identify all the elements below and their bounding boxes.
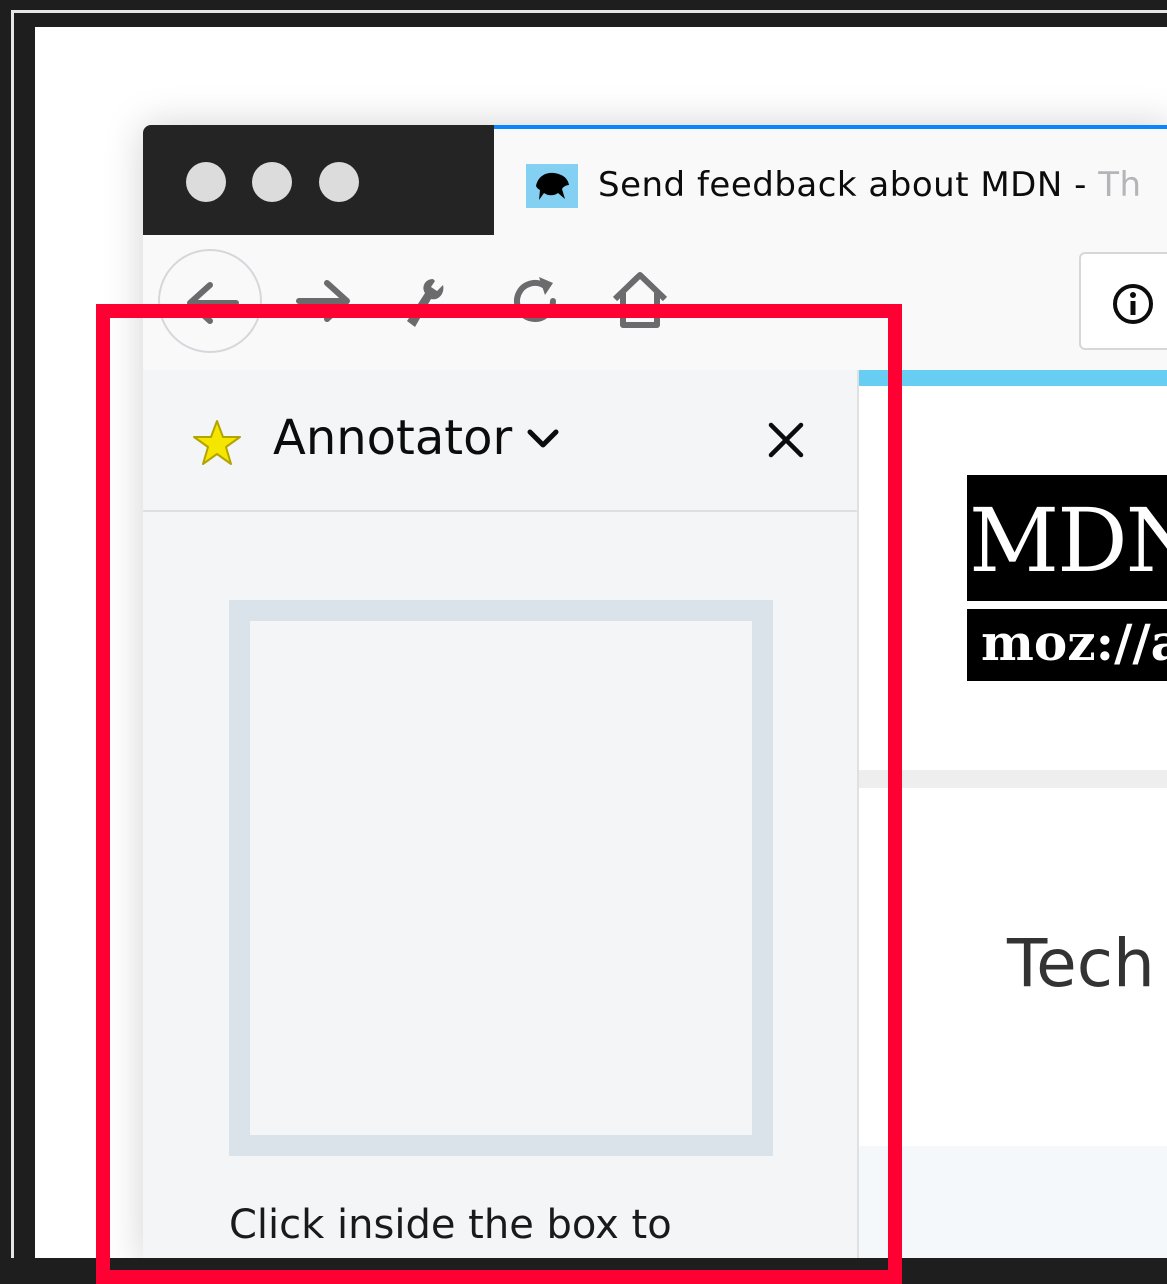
forward-arrow-icon[interactable] bbox=[293, 279, 355, 323]
instructions-text: Click inside the box to bbox=[229, 1202, 672, 1248]
star-icon bbox=[193, 420, 241, 465]
window-controls-area bbox=[143, 125, 494, 235]
mdn-logo-bottom: moz://a bbox=[981, 613, 1167, 672]
close-icon[interactable] bbox=[768, 422, 804, 458]
canvas: Send feedback about MDN - Th Annotator C… bbox=[35, 27, 1167, 1258]
content-footer-band bbox=[859, 1146, 1167, 1258]
sidebar-panel: Annotator Click inside the box to bbox=[143, 370, 859, 1258]
tab-title-faded: Th bbox=[1098, 165, 1142, 205]
content-divider bbox=[859, 770, 1167, 788]
minimize-window-button[interactable] bbox=[252, 162, 292, 202]
page-content: MDN moz://a Tech bbox=[859, 370, 1167, 1258]
mdn-logo-top: MDN bbox=[969, 489, 1167, 592]
sidebar-header: Annotator bbox=[143, 370, 857, 512]
reload-icon[interactable] bbox=[505, 271, 565, 331]
url-bar[interactable] bbox=[1079, 252, 1167, 350]
browser-window: Send feedback about MDN - Th Annotator C… bbox=[143, 125, 1167, 1258]
annotation-box[interactable] bbox=[229, 600, 773, 1156]
tab-active[interactable]: Send feedback about MDN - Th bbox=[494, 125, 1167, 235]
home-icon[interactable] bbox=[609, 269, 671, 331]
sidebar-title[interactable]: Annotator bbox=[273, 410, 512, 466]
tab-title: Send feedback about MDN - Th bbox=[598, 165, 1142, 205]
navigation-toolbar bbox=[143, 235, 1167, 372]
tab-title-text: Send feedback about MDN - bbox=[598, 165, 1099, 205]
info-icon[interactable] bbox=[1111, 282, 1155, 326]
chevron-down-icon[interactable] bbox=[526, 428, 560, 450]
mdn-favicon-icon bbox=[526, 164, 578, 208]
zoom-window-button[interactable] bbox=[319, 162, 359, 202]
wrench-icon[interactable] bbox=[399, 273, 449, 331]
back-button[interactable] bbox=[158, 249, 262, 353]
page-load-bar bbox=[859, 370, 1167, 386]
close-window-button[interactable] bbox=[186, 162, 226, 202]
screenshot-frame: Send feedback about MDN - Th Annotator C… bbox=[0, 0, 1167, 1284]
mdn-logo[interactable]: MDN moz://a bbox=[967, 475, 1167, 681]
title-bar: Send feedback about MDN - Th bbox=[143, 125, 1167, 235]
mdn-logo-rule bbox=[967, 601, 1167, 609]
annotation-box-area[interactable] bbox=[250, 621, 752, 1135]
back-arrow-icon bbox=[187, 282, 239, 324]
page-heading: Tech bbox=[1007, 925, 1155, 1002]
